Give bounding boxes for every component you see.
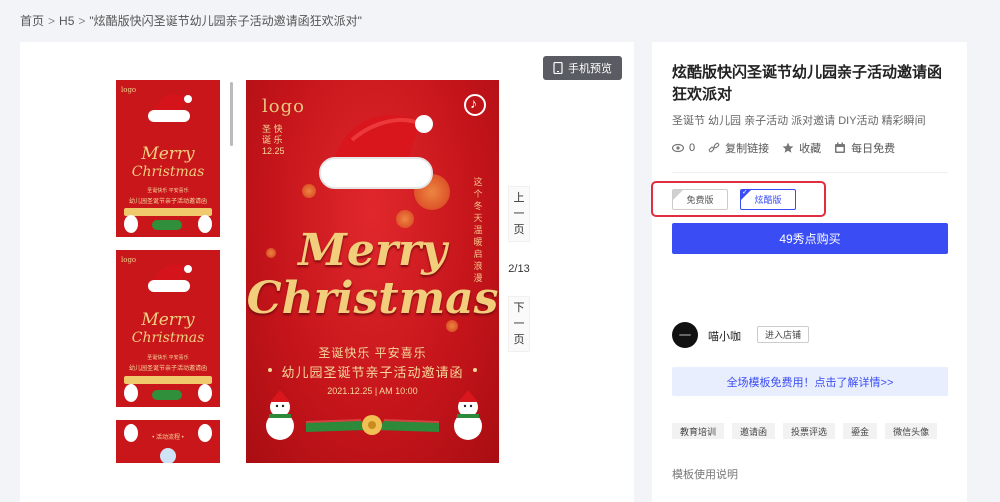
globe-icon [160, 448, 176, 463]
thumbnail-merry-text: Merry [141, 144, 195, 164]
ribbon-bell-icon [306, 415, 439, 435]
ribbon-bow-icon [152, 390, 182, 400]
next-page-char: 页 [513, 333, 525, 346]
view-count: 0 [672, 142, 695, 154]
breadcrumb-separator: > [48, 13, 56, 28]
tag-item[interactable]: 鎏金 [843, 423, 878, 439]
poster-preview: logo 圣 快 诞 乐 12.25 这个冬天温暖启浪漫 Merry Chris… [246, 80, 499, 463]
poster-greeting: 圣诞快乐 平安喜乐 [318, 346, 427, 360]
mobile-preview-button[interactable]: 手机预览 [543, 56, 622, 80]
snowman-icon [124, 424, 138, 442]
version-label: 炫酷版 [754, 195, 782, 205]
enter-shop-button[interactable]: 进入店铺 [757, 326, 809, 343]
thumbnail-page-3[interactable]: • 活动流程 • [116, 420, 220, 463]
poster-vertical-line: 诞 乐 [262, 135, 283, 145]
snowman-icon [198, 215, 212, 233]
mobile-preview-label: 手机预览 [568, 63, 612, 75]
shop-name[interactable]: 喵小咖 [708, 328, 741, 344]
view-count-value: 0 [689, 142, 696, 154]
thumbnail-logo: logo [121, 256, 137, 264]
calendar-icon [835, 142, 846, 153]
usage-instructions-link[interactable]: 模板使用说明 [672, 466, 738, 482]
next-page-button[interactable]: 下 一 页 [508, 296, 530, 352]
poster-vertical-greeting: 圣 快 诞 乐 12.25 [262, 124, 292, 157]
thumbnail-merry-text: Merry [141, 310, 195, 330]
snowman-icon [454, 390, 482, 440]
snowman-icon [198, 384, 212, 402]
poster-vertical-line: 12.25 [262, 146, 285, 156]
poster-logo: logo [262, 96, 305, 117]
snowman-icon [124, 384, 138, 402]
breadcrumb-h5[interactable]: H5 [59, 14, 74, 28]
prev-page-char: 上 [513, 191, 525, 204]
template-title: 炫酷版快闪圣诞节幼儿园亲子活动邀请函狂欢派对 [672, 64, 943, 103]
eye-icon [672, 143, 684, 153]
santa-hat-icon [319, 115, 433, 189]
thumbnail-subtitle: 幼儿园圣诞节亲子活动邀请函 [128, 199, 207, 205]
page-counter: 2/13 [508, 263, 530, 275]
poster-decor-dot [473, 368, 477, 372]
snowman-icon [198, 424, 212, 442]
santa-hat-icon [148, 94, 192, 122]
thumbnail-date-band [124, 208, 212, 216]
daily-free: 每日免费 [834, 140, 895, 156]
breadcrumb-separator: > [78, 13, 86, 28]
poster-christmas-text: Christmas [246, 273, 499, 324]
breadcrumb: 首页 > H5 > "炫酷版快闪圣诞节幼儿园亲子活动邀请函狂欢派对" [20, 12, 362, 29]
thumbnail-date-band [124, 376, 212, 384]
template-stats: 0 复制链接 收藏 每日免费 [672, 140, 908, 156]
tag-item[interactable]: 邀请函 [732, 423, 776, 439]
thumbnail-logo: logo [121, 86, 137, 94]
poster-merry-text: Merry [298, 225, 447, 276]
thumbnail-strip[interactable]: logo Merry Christmas 圣诞快乐 平安喜乐 幼儿园圣诞节亲子活… [116, 80, 220, 463]
corner-mark-icon [673, 190, 683, 200]
version-free-option[interactable]: 免费版 [672, 189, 728, 210]
copy-link-label: 复制链接 [725, 143, 770, 155]
music-toggle-icon[interactable] [464, 94, 486, 116]
prev-page-char: 页 [513, 223, 525, 236]
ribbon-bow-icon [152, 220, 182, 230]
promo-banner[interactable]: 全场模板免费用！点击了解详情>> [672, 367, 948, 396]
favorite-button[interactable]: 收藏 [782, 140, 821, 156]
thumbnail-christmas-text: Christmas [131, 164, 205, 180]
thumbnail-greeting: 圣诞快乐 平安喜乐 [147, 355, 189, 361]
thumbnail-page-1[interactable]: logo Merry Christmas 圣诞快乐 平安喜乐 幼儿园圣诞节亲子活… [116, 80, 220, 237]
version-label: 免费版 [686, 195, 714, 205]
prev-page-button[interactable]: 上 一 页 [508, 186, 530, 242]
tag-list: 教育培训 邀请函 投票评选 鎏金 微信头像 [672, 423, 938, 439]
breadcrumb-current: "炫酷版快闪圣诞节幼儿园亲子活动邀请函狂欢派对" [89, 14, 362, 28]
thumbnail-page-2[interactable]: logo Merry Christmas 圣诞快乐 平安喜乐 幼儿园圣诞节亲子活… [116, 250, 220, 407]
snowman-icon [266, 390, 294, 440]
daily-free-label: 每日免费 [851, 143, 896, 155]
next-page-char: 下 [513, 301, 525, 314]
poster-vertical-line: 圣 快 [262, 124, 283, 134]
copy-link-button[interactable]: 复制链接 [708, 140, 769, 156]
thumbnail-subtitle: 幼儿园圣诞节亲子活动邀请函 [128, 366, 207, 372]
thumbnail-greeting: 圣诞快乐 平安喜乐 [147, 188, 189, 194]
breadcrumb-home[interactable]: 首页 [20, 12, 44, 29]
snowman-icon [124, 215, 138, 233]
poster-subtitle: 幼儿园圣诞节亲子活动邀请函 [281, 365, 464, 380]
thumbnail-christmas-text: Christmas [131, 330, 205, 346]
santa-hat-icon [148, 264, 192, 292]
star-icon [782, 142, 794, 153]
check-icon: ✓ [742, 189, 748, 196]
next-page-char: 一 [513, 317, 525, 330]
version-cool-option[interactable]: ✓ 炫酷版 [740, 189, 796, 210]
thumbnail-scrollbar[interactable] [230, 82, 233, 146]
buy-button[interactable]: 49秀点购买 [672, 223, 948, 254]
favorite-label: 收藏 [799, 143, 822, 155]
phone-icon [553, 62, 563, 74]
avatar[interactable] [672, 322, 698, 348]
divider [672, 172, 948, 173]
template-keywords: 圣诞节 幼儿园 亲子活动 派对邀请 DIY活动 精彩瞬间 [672, 115, 926, 127]
tag-item[interactable]: 投票评选 [783, 423, 836, 439]
tag-item[interactable]: 微信头像 [885, 423, 938, 439]
prev-page-char: 一 [513, 207, 525, 220]
link-icon [708, 142, 720, 153]
tag-item[interactable]: 教育培训 [672, 423, 725, 439]
